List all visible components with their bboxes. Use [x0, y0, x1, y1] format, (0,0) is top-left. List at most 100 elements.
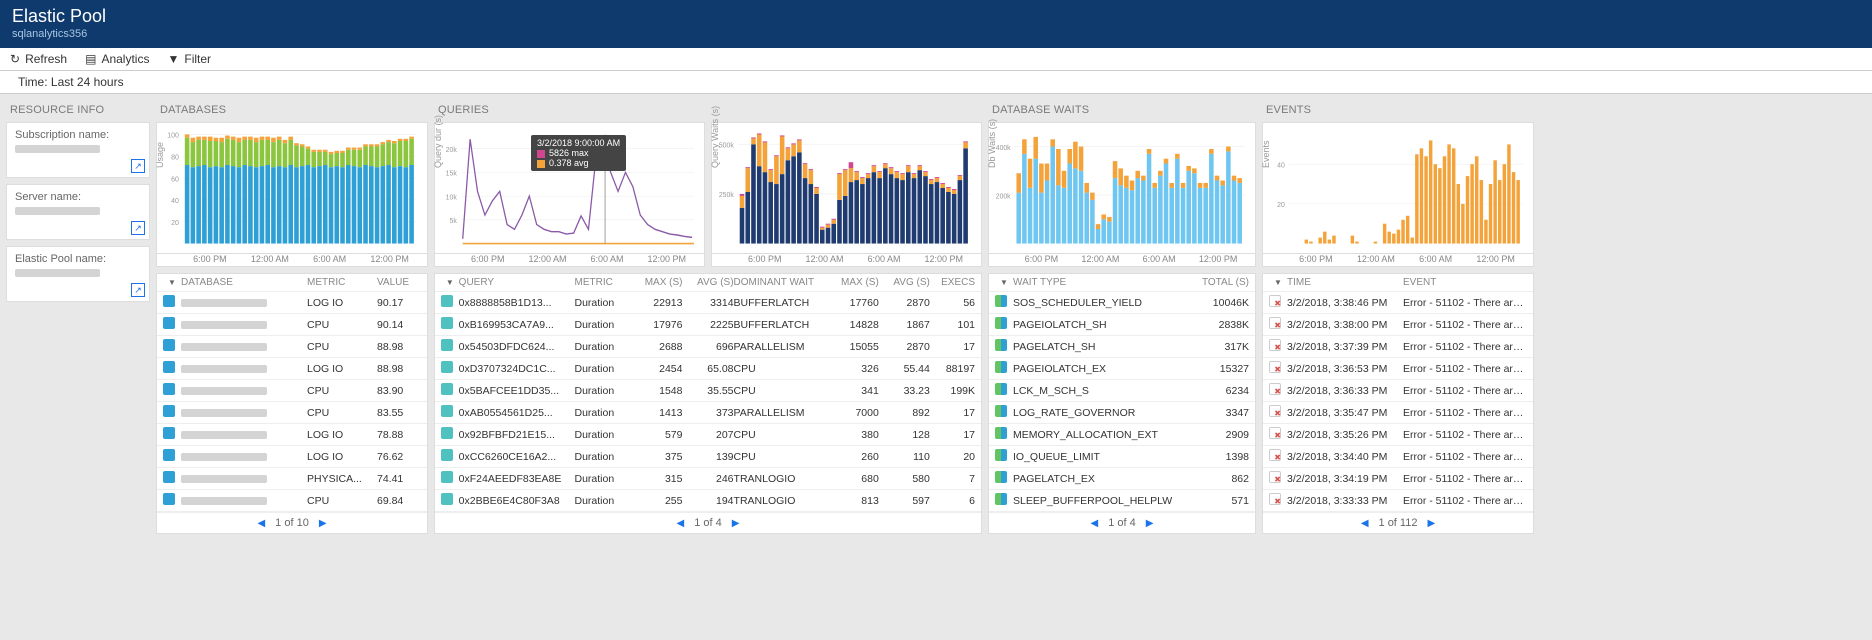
table-row[interactable]: CPU 88.98 [157, 336, 427, 358]
table-row[interactable]: PAGELATCH_EX 862 [989, 468, 1255, 490]
table-row[interactable]: 3/2/2018, 3:35:47 PM Error - 51102 - The… [1263, 402, 1533, 424]
table-row[interactable]: 0x5BAFCEE1DD35... Duration 1548 35.55 CP… [435, 380, 981, 402]
table-row[interactable]: LOG_RATE_GOVERNOR 3347 [989, 402, 1255, 424]
svg-text:80: 80 [171, 152, 179, 161]
table-row[interactable]: 3/2/2018, 3:37:39 PM Error - 51102 - The… [1263, 336, 1533, 358]
table-row[interactable]: 0xD3707324DC1C... Duration 2454 65.08 CP… [435, 358, 981, 380]
table-row[interactable]: IO_QUEUE_LIMIT 1398 [989, 446, 1255, 468]
page-header: Elastic Pool sqlanalytics356 [0, 0, 1872, 48]
table-row[interactable]: 0x54503DFDC624... Duration 2688 696 PARA… [435, 336, 981, 358]
table-row[interactable]: 3/2/2018, 3:38:46 PM Error - 51102 - The… [1263, 292, 1533, 314]
database-name [181, 475, 267, 483]
table-row[interactable]: SLEEP_BUFFERPOOL_HELPLW 571 [989, 490, 1255, 512]
database-icon [163, 471, 175, 483]
x-axis-ticks: 6:00 PM12:00 AM 6:00 AM12:00 PM [988, 254, 1256, 267]
popout-icon[interactable]: ↗ [131, 159, 145, 173]
analytics-button[interactable]: ▤ Analytics [85, 52, 149, 66]
popout-icon[interactable]: ↗ [131, 283, 145, 297]
svg-text:5k: 5k [449, 216, 457, 225]
table-row[interactable]: CPU 83.90 [157, 380, 427, 402]
query-waits-chart[interactable]: Query Waits (s) 250k 500k [711, 122, 982, 254]
error-icon [1269, 427, 1281, 439]
pager-next[interactable]: ▶ [732, 518, 740, 529]
events-chart[interactable]: Events 20 40 [1262, 122, 1534, 254]
table-row[interactable]: LOG IO 88.98 [157, 358, 427, 380]
table-row[interactable]: PAGELATCH_SH 317K [989, 336, 1255, 358]
table-row[interactable]: LCK_M_SCH_S 6234 [989, 380, 1255, 402]
table-row[interactable]: SOS_SCHEDULER_YIELD 10046K [989, 292, 1255, 314]
table-row[interactable]: 3/2/2018, 3:34:40 PM Error - 51102 - The… [1263, 446, 1533, 468]
pager-prev[interactable]: ◀ [677, 518, 685, 529]
filter-button[interactable]: ▼ Filter [167, 52, 211, 66]
table-row[interactable]: 0x2BBE6E4C80F3A8 Duration 255 194 TRANLO… [435, 490, 981, 512]
error-icon [1269, 471, 1281, 483]
table-row[interactable]: 0x8888858B1D13... Duration 22913 3314 BU… [435, 292, 981, 314]
query-duration-chart[interactable]: Query dur (s) 5k 10k 15k 20k 3/2/2018 9:… [434, 122, 705, 254]
wait-type: PAGEIOLATCH_EX [1013, 363, 1191, 375]
table-row[interactable]: 3/2/2018, 3:38:00 PM Error - 51102 - The… [1263, 314, 1533, 336]
table-row[interactable]: 0xB169953CA7A9... Duration 17976 2225 BU… [435, 314, 981, 336]
db-waits-chart[interactable]: Db Waits (s) 200k 400k [988, 122, 1256, 254]
error-icon [1269, 493, 1281, 505]
table-row[interactable]: MEMORY_ALLOCATION_EXT 2909 [989, 424, 1255, 446]
pager: ◀ 1 of 4 ▶ [989, 512, 1255, 533]
pager-next[interactable]: ▶ [1146, 518, 1154, 529]
pager-next[interactable]: ▶ [319, 518, 327, 529]
subscription-value [15, 145, 100, 153]
server-value [15, 207, 100, 215]
table-row[interactable]: 3/2/2018, 3:36:53 PM Error - 51102 - The… [1263, 358, 1533, 380]
pager-next[interactable]: ▶ [1427, 518, 1435, 529]
metric-cell: CPU [307, 341, 377, 353]
wait-icon [995, 405, 1007, 417]
bar-chart: 20 40 [1267, 129, 1525, 249]
table-row[interactable]: 3/2/2018, 3:36:33 PM Error - 51102 - The… [1263, 380, 1533, 402]
svg-text:10k: 10k [446, 192, 457, 201]
query-icon [441, 449, 453, 461]
databases-column: DATABASES Usage 20 40 60 80 100 6:00 PM1… [156, 100, 428, 534]
pager-prev[interactable]: ◀ [257, 518, 265, 529]
svg-text:100: 100 [167, 130, 179, 139]
toolbar: ↻ Refresh ▤ Analytics ▼ Filter [0, 48, 1872, 71]
svg-text:20k: 20k [446, 145, 457, 154]
query-icon [441, 361, 453, 373]
popout-icon[interactable]: ↗ [131, 221, 145, 235]
table-row[interactable]: LOG IO 90.17 [157, 292, 427, 314]
table-row[interactable]: PAGEIOLATCH_EX 15327 [989, 358, 1255, 380]
table-row[interactable]: PHYSICA... 74.41 [157, 468, 427, 490]
value-cell: 90.14 [377, 319, 421, 331]
pager: ◀ 1 of 10 ▶ [157, 512, 427, 533]
subscription-label: Subscription name: [15, 129, 143, 141]
wait-icon [995, 361, 1007, 373]
pager-prev[interactable]: ◀ [1091, 518, 1099, 529]
table-row[interactable]: 0xF24AEEDF83EA8E Duration 315 246 TRANLO… [435, 468, 981, 490]
table-row[interactable]: 0xAB0554561D25... Duration 1413 373 PARA… [435, 402, 981, 424]
time-range-bar[interactable]: Time: Last 24 hours [0, 71, 1872, 94]
table-row[interactable]: 3/2/2018, 3:35:26 PM Error - 51102 - The… [1263, 424, 1533, 446]
error-icon [1269, 339, 1281, 351]
waits-header: DATABASE WAITS [988, 100, 1256, 122]
table-row[interactable]: 3/2/2018, 3:33:33 PM Error - 51102 - The… [1263, 490, 1533, 512]
wait-type: SOS_SCHEDULER_YIELD [1013, 297, 1191, 309]
error-icon [1269, 317, 1281, 329]
filter-column-icon[interactable] [1269, 277, 1287, 288]
query-id: 0xAB0554561D25... [459, 407, 575, 419]
databases-usage-chart[interactable]: Usage 20 40 60 80 100 [156, 122, 428, 254]
table-row[interactable]: LOG IO 78.88 [157, 424, 427, 446]
table-row[interactable]: LOG IO 76.62 [157, 446, 427, 468]
query-icon [441, 339, 453, 351]
table-row[interactable]: PAGEIOLATCH_SH 2838K [989, 314, 1255, 336]
refresh-button[interactable]: ↻ Refresh [10, 52, 67, 66]
table-row[interactable]: 0xCC6260CE16A2... Duration 375 139 CPU 2… [435, 446, 981, 468]
database-name [181, 431, 267, 439]
table-row[interactable]: 3/2/2018, 3:34:19 PM Error - 51102 - The… [1263, 468, 1533, 490]
filter-column-icon[interactable] [163, 277, 181, 288]
metric-cell: LOG IO [307, 451, 377, 463]
pager-prev[interactable]: ◀ [1361, 518, 1369, 529]
table-row[interactable]: CPU 83.55 [157, 402, 427, 424]
filter-column-icon[interactable] [995, 277, 1013, 288]
table-row[interactable]: 0x92BFBFD21E15... Duration 579 207 CPU 3… [435, 424, 981, 446]
event-text: Error - 51102 - There are n... [1403, 451, 1527, 463]
table-row[interactable]: CPU 69.84 [157, 490, 427, 512]
filter-column-icon[interactable] [441, 277, 459, 288]
table-row[interactable]: CPU 90.14 [157, 314, 427, 336]
